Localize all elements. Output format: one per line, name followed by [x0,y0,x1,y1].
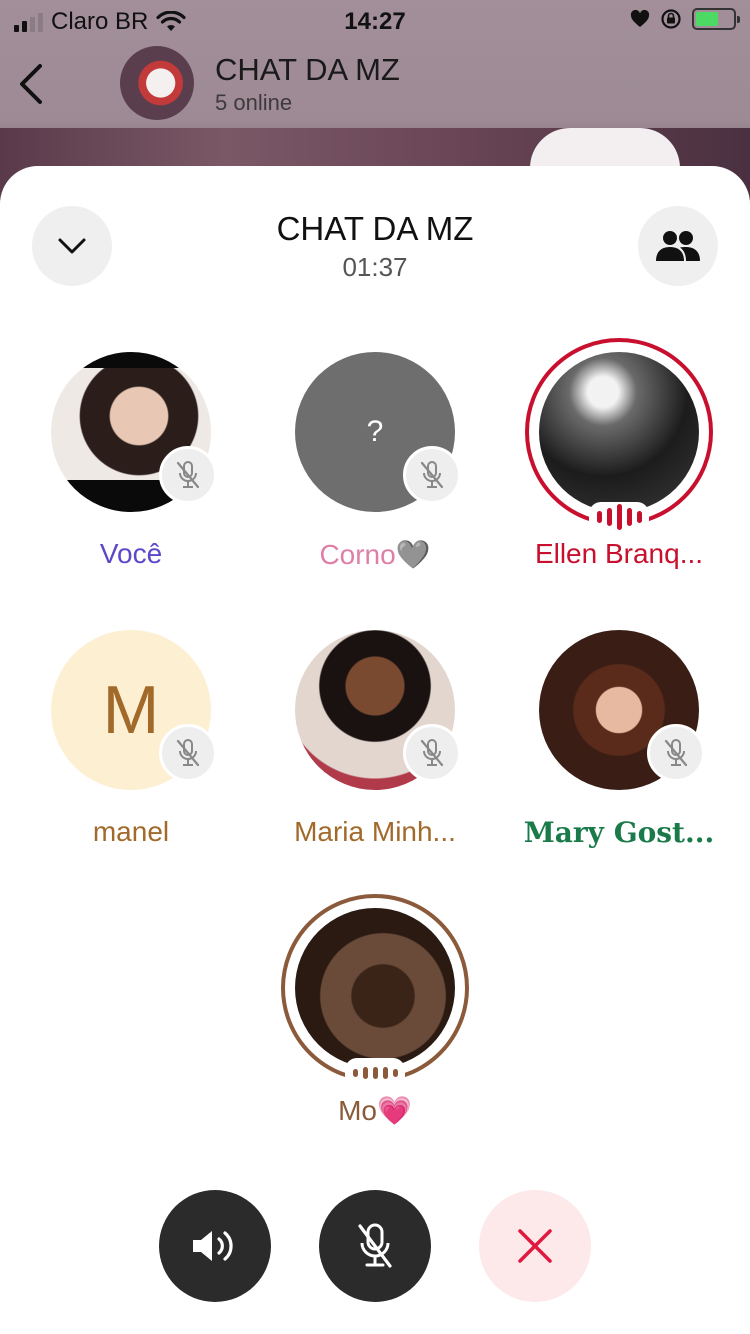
participant-name: manel [92,816,170,847]
people-icon [656,231,700,261]
speaker-button[interactable] [159,1190,271,1302]
mic-muted-badge [647,724,705,782]
participant-name: Maria Minh... [294,816,456,847]
participant-name: Mary Gost... [523,816,715,849]
participant-mo[interactable]: Mo💗 [255,894,495,1148]
status-bar: Claro BR 14:27 [0,0,750,40]
participant-manel[interactable]: M manel [11,630,251,870]
battery-icon [692,8,740,30]
call-timer: 01:37 [342,252,408,282]
mic-off-icon [420,461,444,489]
participant-voce[interactable]: Você [11,352,251,592]
participant-name: Mo💗 [338,1095,412,1126]
participant-name: Ellen Branq... [534,538,704,569]
chevron-left-icon [20,64,42,104]
mute-button[interactable] [319,1190,431,1302]
participant-maria[interactable]: Maria Minh... [255,630,495,870]
participant-ellen[interactable]: Ellen Branq... [499,338,739,592]
mic-muted-badge [159,446,217,504]
mic-off-icon [358,1223,392,1268]
speaking-indicator [589,502,649,532]
chat-avatar[interactable] [120,46,194,120]
speaking-indicator [345,1058,405,1088]
online-count: 5 online [215,90,293,115]
chat-title: CHAT DA MZ [215,52,400,87]
participant-corno[interactable]: ? Corno🩶 [255,352,495,592]
chat-header: CHAT DA MZ 5 online [0,46,750,122]
mic-off-icon [664,739,688,767]
participant-name: Corno🩶 [319,539,431,570]
mic-off-icon [176,461,200,489]
mic-off-icon [176,739,200,767]
voice-call-sheet: CHAT DA MZ 01:37 Você ? Corno🩶 Ellen Bra… [0,166,750,1334]
mic-muted-badge [159,724,217,782]
close-icon [518,1229,552,1263]
mic-off-icon [420,739,444,767]
participant-name: Você [99,538,163,569]
rotation-lock-icon [661,9,681,29]
status-icons [630,8,740,30]
members-button[interactable] [638,206,718,286]
avatar [539,352,699,512]
call-controls [0,1190,750,1302]
avatar [295,908,455,1068]
participant-mary[interactable]: Mary Gost... [499,630,739,870]
speaker-icon [193,1231,233,1261]
heart-icon [630,10,650,27]
mic-muted-badge [403,446,461,504]
mic-muted-badge [403,724,461,782]
leave-call-button[interactable] [479,1190,591,1302]
back-button[interactable] [14,62,48,106]
